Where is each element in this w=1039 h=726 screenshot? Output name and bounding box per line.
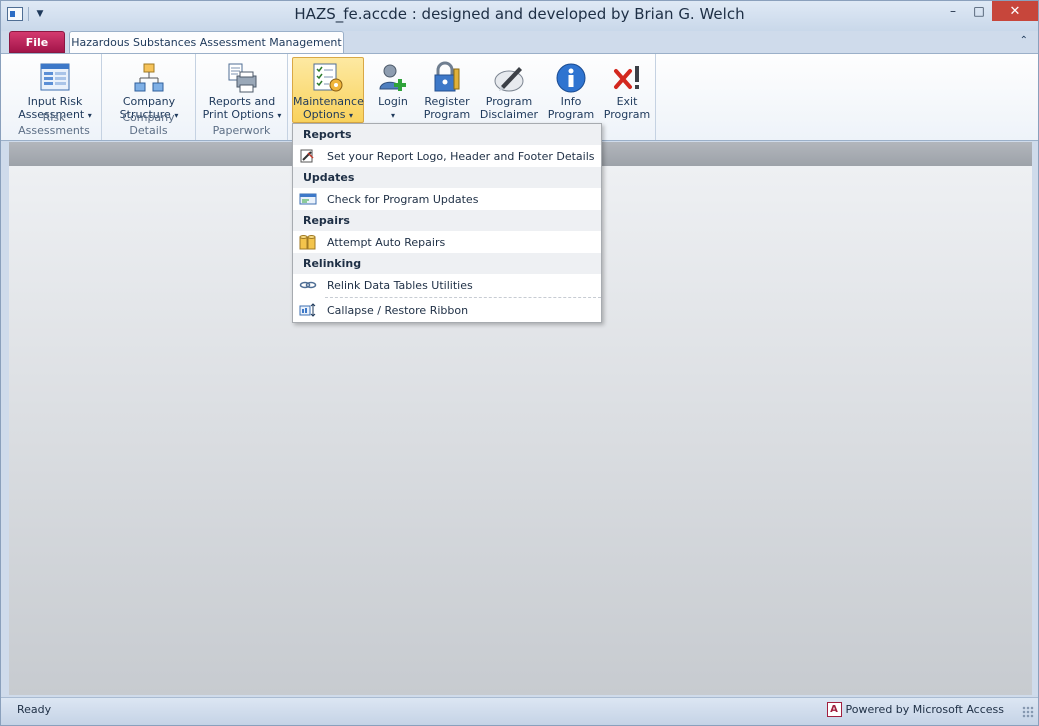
menu-item-relink-tables[interactable]: Relink Data Tables Utilities: [293, 274, 601, 296]
program-disclaimer-button[interactable]: Program Disclaimer: [478, 57, 540, 123]
reports-print-options-button[interactable]: Reports and Print Options ▾: [201, 57, 283, 123]
exit-line1: Exit: [616, 95, 638, 108]
exit-line2: Program: [603, 108, 651, 121]
disclaimer-line1: Program: [485, 95, 533, 108]
menu-header-updates: Updates: [293, 167, 601, 188]
form-icon: [38, 61, 72, 95]
update-icon: [299, 191, 317, 207]
maintenance-options-button[interactable]: Maintenance Options ▾: [292, 57, 364, 123]
menu-item-report-logo[interactable]: Set your Report Logo, Header and Footer …: [293, 145, 601, 167]
tab-hazardous-substances[interactable]: Hazardous Substances Assessment Manageme…: [69, 31, 344, 54]
resize-grip-icon[interactable]: [1022, 706, 1034, 718]
org-chart-icon: [132, 61, 166, 95]
exit-x-icon: [610, 61, 644, 95]
info-line2: Program: [547, 108, 595, 121]
printer-icon: [225, 61, 259, 95]
checklist-gear-icon: [311, 61, 345, 95]
login-button[interactable]: Login ▾: [370, 57, 416, 123]
dropdown-arrow-icon: ▾: [390, 111, 395, 120]
input-risk-line1: Input Risk: [27, 95, 83, 108]
pen-sign-icon: [492, 61, 526, 95]
window-title: HAZS_fe.accde : designed and developed b…: [294, 5, 745, 23]
powered-by: A Powered by Microsoft Access: [826, 702, 1004, 717]
info-icon: [554, 61, 588, 95]
register-line1: Register: [424, 95, 470, 108]
ribbon-tab-row: File Hazardous Substances Assessment Man…: [1, 31, 1038, 54]
maintenance-options-menu: Reports Set your Report Logo, Header and…: [292, 123, 602, 323]
maintenance-line1: Maintenance: [293, 95, 364, 108]
database-repair-icon: [299, 234, 317, 250]
group-company-details: Company Structure ▾ Company Details: [102, 54, 196, 140]
powered-by-text: Powered by Microsoft Access: [845, 703, 1004, 716]
company-structure-line1: Company: [122, 95, 176, 108]
reports-print-line2: Print Options: [202, 108, 274, 121]
group-label-paperwork: Paperwork: [212, 124, 271, 137]
disclaimer-line2: Disclaimer: [479, 108, 539, 121]
file-tab[interactable]: File: [9, 31, 65, 53]
group-label-risk-assessments: Risk Assessments: [18, 111, 90, 137]
menu-item-label: Check for Program Updates: [327, 192, 479, 206]
maximize-button[interactable]: □: [966, 1, 992, 21]
info-program-button[interactable]: Info Program: [544, 57, 598, 123]
menu-item-label: Relink Data Tables Utilities: [327, 278, 473, 292]
maintenance-line2: Options: [303, 108, 346, 121]
status-text: Ready: [17, 703, 52, 716]
close-button[interactable]: ✕: [992, 1, 1038, 21]
menu-item-collapse-ribbon[interactable]: Callapse / Restore Ribbon: [293, 299, 601, 321]
menu-header-relinking: Relinking: [293, 253, 601, 274]
status-bar: Ready A Powered by Microsoft Access: [1, 697, 1038, 725]
collapse-ribbon-icon[interactable]: ⌃: [1020, 35, 1028, 46]
lock-key-icon: [430, 61, 464, 95]
group-label-company-details: Company Details: [122, 111, 175, 137]
window-controls: – □ ✕: [940, 1, 1038, 21]
menu-separator: [325, 297, 601, 298]
access-logo-icon: A: [826, 702, 842, 717]
application-window: ▼ HAZS_fe.accde : designed and developed…: [0, 0, 1039, 726]
menu-item-auto-repairs[interactable]: Attempt Auto Repairs: [293, 231, 601, 253]
menu-header-repairs: Repairs: [293, 210, 601, 231]
menu-item-check-updates[interactable]: Check for Program Updates: [293, 188, 601, 210]
link-icon: [299, 277, 317, 293]
report-logo-icon: [299, 148, 317, 164]
dropdown-arrow-icon: ▾: [277, 111, 282, 120]
title-bar: ▼ HAZS_fe.accde : designed and developed…: [1, 1, 1038, 31]
minimize-button[interactable]: –: [940, 1, 966, 21]
exit-program-button[interactable]: Exit Program: [601, 57, 653, 123]
register-program-button[interactable]: Register Program: [421, 57, 473, 123]
dropdown-arrow-icon: ▾: [348, 111, 353, 120]
menu-item-label: Callapse / Restore Ribbon: [327, 303, 469, 317]
menu-header-reports: Reports: [293, 124, 601, 145]
user-add-icon: [376, 61, 410, 95]
menu-item-label: Set your Report Logo, Header and Footer …: [327, 149, 595, 163]
info-line1: Info: [560, 95, 582, 108]
ribbon-toggle-icon: [299, 302, 317, 318]
login-label: Login: [378, 95, 408, 108]
group-risk-assessments: Input Risk Assessment ▾ Risk Assessments: [7, 54, 102, 140]
register-line2: Program: [423, 108, 471, 121]
reports-print-line1: Reports and: [208, 95, 276, 108]
menu-item-label: Attempt Auto Repairs: [327, 235, 446, 249]
group-paperwork: Reports and Print Options ▾ Paperwork: [196, 54, 288, 140]
